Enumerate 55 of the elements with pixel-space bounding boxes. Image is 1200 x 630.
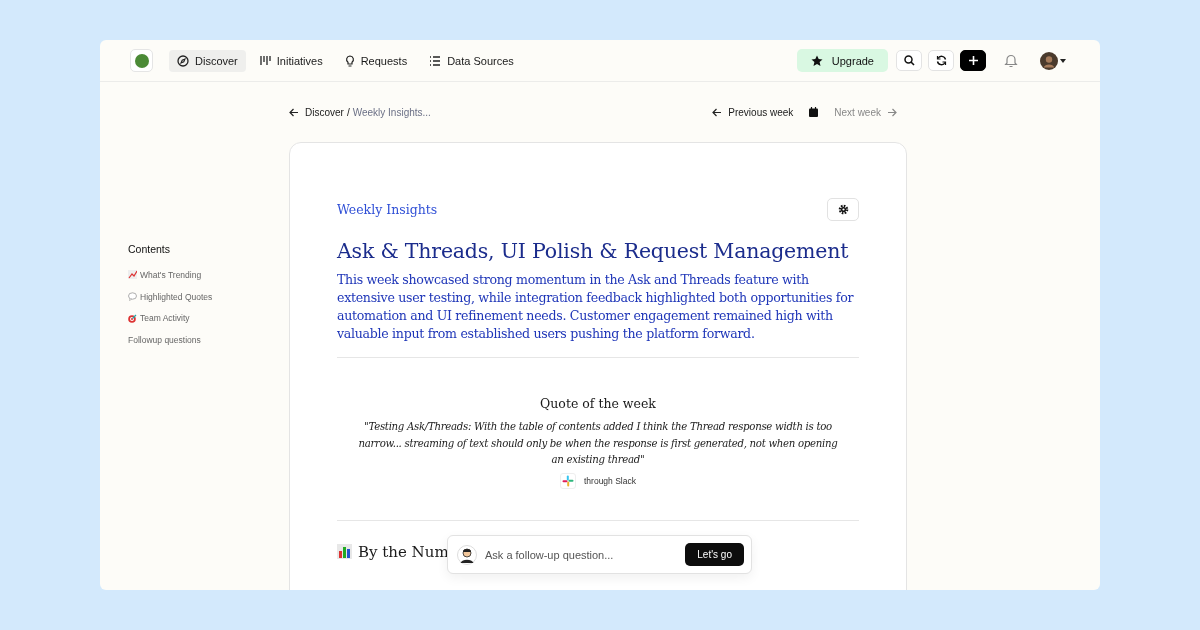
contents-link[interactable]: Team Activity <box>128 307 289 330</box>
avatar-icon <box>457 544 477 565</box>
article-summary: This week showcased strong momentum in the Ask and Threads feature with extensive user testing, while integration feedback highlighted both opportunities for automation and UI refinement needs. Customer engagement remained high with valuable input from established users pushing the platform forward. <box>337 271 855 343</box>
logo-icon[interactable] <box>130 49 153 72</box>
quote-heading: Quote of the week <box>539 396 657 411</box>
previous-week-link[interactable]: Previous week <box>712 106 794 118</box>
breadcrumb-separator: / <box>346 106 350 118</box>
right-arrow-icon <box>887 107 897 117</box>
bar-chart-icon <box>337 544 352 559</box>
nav-tab[interactable]: Initiatives <box>251 49 331 72</box>
add-button[interactable] <box>960 50 986 71</box>
plus-icon <box>967 55 979 66</box>
follow-up-input[interactable]: Ask a follow-up question... <box>483 547 680 562</box>
columns-icon <box>259 55 271 66</box>
search-button[interactable] <box>896 50 922 71</box>
lightbulb-icon <box>344 54 355 67</box>
compass-icon <box>177 54 189 67</box>
caret-icon <box>1060 58 1066 63</box>
back-link[interactable]: Discover <box>289 106 344 118</box>
section-heading: By the Num <box>358 542 449 561</box>
refresh-button[interactable] <box>928 50 954 71</box>
calendar-icon[interactable] <box>809 107 819 117</box>
avatar-menu[interactable] <box>1040 51 1066 70</box>
nav-tab[interactable]: Discover <box>169 49 246 72</box>
avatar-icon <box>1040 51 1058 70</box>
quote-source: through Slack <box>584 475 636 486</box>
left-arrow-icon <box>712 107 723 117</box>
contents-link-label: Highlighted Quotes <box>140 291 213 302</box>
nav-tab[interactable]: Requests <box>336 49 416 72</box>
slack-icon <box>560 472 576 489</box>
list-icon <box>429 55 442 66</box>
trend-chart-icon <box>128 270 137 280</box>
quote-text: "Testing Ask/Threads: With the table of contents added I think the Thread response width is too narrow... streaming of text should only be when the response is first generated, not when opening an existing thread" <box>357 420 839 467</box>
contents-heading: Contents <box>128 243 172 255</box>
article-eyebrow: Weekly Insights <box>337 202 438 217</box>
contents-link-label: Team Activity <box>140 313 190 324</box>
upgrade-button[interactable]: Upgrade <box>796 49 888 72</box>
gear-icon <box>837 204 849 215</box>
lets-go-button[interactable]: Let's go <box>685 543 744 566</box>
speech-bubble-icon <box>128 292 137 302</box>
contents-link[interactable]: Highlighted Quotes <box>128 285 289 308</box>
contents-link-label: What's Trending <box>140 269 202 280</box>
breadcrumb-current: Weekly Insights... <box>352 106 431 118</box>
target-icon <box>128 313 137 323</box>
star-icon <box>810 54 823 67</box>
bell-icon[interactable] <box>1004 53 1018 68</box>
contents-link[interactable]: Followup questions <box>128 329 289 351</box>
article-title: Ask & Threads, UI Polish & Request Management <box>337 239 850 263</box>
nav-tab[interactable]: Data Sources <box>421 49 522 72</box>
refresh-icon <box>935 55 947 66</box>
settings-button[interactable] <box>827 198 859 221</box>
left-arrow-icon <box>289 107 299 117</box>
search-icon <box>903 55 915 66</box>
contents-link[interactable]: What's Trending <box>128 264 289 286</box>
contents-link-label: Followup questions <box>128 334 201 345</box>
